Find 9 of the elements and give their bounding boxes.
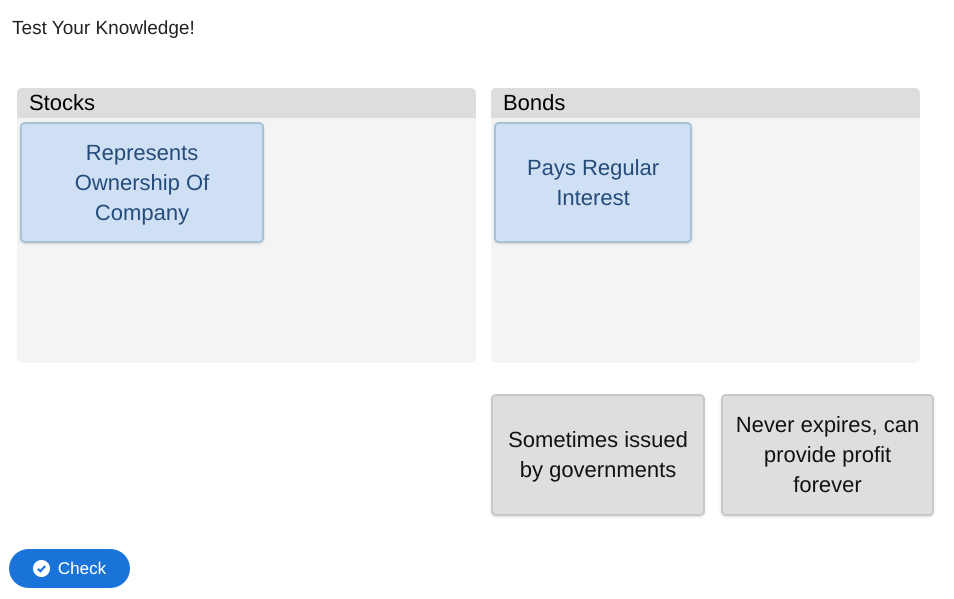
answer-card[interactable]: Never expires, can provide profit forever: [721, 394, 934, 516]
category-header: Stocks: [17, 88, 476, 118]
answer-card[interactable]: Sometimes issued by governments: [491, 394, 705, 516]
page-title: Test Your Knowledge!: [12, 17, 195, 41]
answer-card[interactable]: Represents Ownership Of Company: [20, 122, 264, 243]
answer-card[interactable]: Pays Regular Interest: [494, 122, 692, 243]
category-header: Bonds: [491, 88, 920, 118]
check-circle-icon: [32, 560, 50, 577]
check-button[interactable]: Check: [9, 549, 130, 588]
